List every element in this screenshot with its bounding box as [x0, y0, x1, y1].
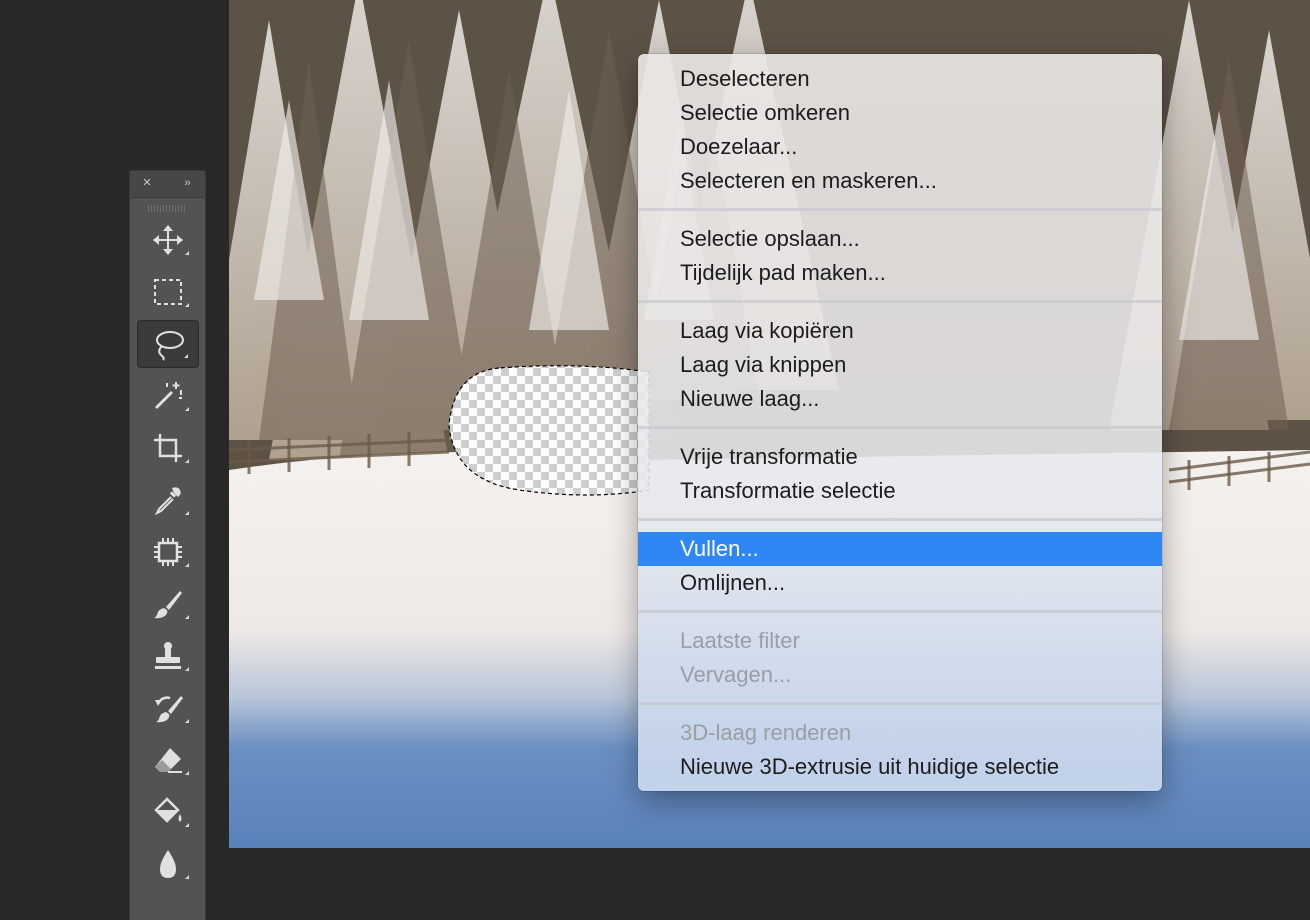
menu-item-laag-via-kopieren[interactable]: Laag via kopiëren	[638, 314, 1162, 348]
menu-separator	[638, 600, 1162, 624]
clone-stamp-icon	[154, 642, 181, 669]
tool-crop[interactable]	[137, 424, 199, 472]
menu-item-laag-via-knippen[interactable]: Laag via knippen	[638, 348, 1162, 382]
menu-item-doezelaar[interactable]: Doezelaar...	[638, 130, 1162, 164]
menu-item-omlijnen[interactable]: Omlijnen...	[638, 566, 1162, 600]
menu-item-vervagen: Vervagen...	[680, 662, 792, 687]
menu-item-nieuwe-laag[interactable]: Nieuwe laag...	[638, 382, 1162, 416]
menu-item-vrije-transformatie[interactable]: Vrije transformatie	[638, 440, 1162, 474]
healing-patch-icon	[153, 538, 182, 566]
menu-item-selectie-omkeren[interactable]: Selectie omkeren	[638, 96, 1162, 130]
tool-lasso[interactable]	[136, 320, 199, 368]
tool-brush[interactable]	[137, 580, 199, 628]
tool-eyedropper[interactable]	[137, 476, 199, 524]
menu-separator	[638, 508, 1162, 532]
history-brush-icon	[154, 696, 183, 723]
tool-clone-stamp[interactable]	[137, 632, 199, 680]
menu-item-nieuwe-3d-extrusie[interactable]: Nieuwe 3D-extrusie uit huidige selectie	[638, 750, 1162, 784]
menu-separator	[638, 692, 1162, 716]
lasso-icon	[155, 331, 184, 361]
move-tool-icon	[152, 225, 183, 255]
context-menu: Deselecteren Selectie omkeren Doezelaar.…	[638, 54, 1162, 791]
tool-spot-healing[interactable]	[137, 528, 199, 576]
brush-icon	[153, 591, 182, 619]
tool-eraser[interactable]	[137, 736, 199, 784]
menu-separator	[638, 198, 1162, 222]
menu-item-transformatie-selectie[interactable]: Transformatie selectie	[638, 474, 1162, 508]
menu-item-deselecteren[interactable]: Deselecteren	[638, 62, 1162, 96]
menu-item-laatste-filter: Laatste filter	[680, 628, 800, 653]
menu-item-selectie-opslaan[interactable]: Selectie opslaan...	[638, 222, 1162, 256]
eyedropper-icon	[154, 487, 181, 516]
blur-drop-icon	[159, 850, 176, 878]
menu-item-3d-laag-renderen: 3D-laag renderen	[680, 720, 852, 745]
tools-panel: × ››	[129, 170, 206, 920]
close-icon[interactable]: ×	[140, 175, 154, 190]
panel-grip[interactable]	[148, 202, 187, 214]
collapse-panel-icon[interactable]: ››	[179, 176, 195, 190]
menu-separator	[638, 416, 1162, 440]
crop-icon	[153, 434, 182, 462]
tools-panel-header: × ››	[130, 171, 205, 198]
transparent-selection-area	[448, 365, 650, 496]
paint-bucket-icon	[153, 797, 181, 823]
tool-history-brush[interactable]	[137, 684, 199, 732]
tool-paint-bucket[interactable]	[137, 788, 199, 836]
menu-separator	[638, 290, 1162, 314]
context-menu-list: Deselecteren Selectie omkeren Doezelaar.…	[638, 54, 1162, 784]
rectangular-marquee-icon	[153, 279, 182, 305]
tool-magic-wand[interactable]	[137, 372, 199, 420]
menu-item-selecteren-en-maskeren[interactable]: Selecteren en maskeren...	[638, 164, 1162, 198]
tool-rectangular-marquee[interactable]	[137, 268, 199, 316]
photoshop-workspace: × ›› Deselecteren Selectie omkeren Doeze…	[0, 0, 1310, 920]
menu-item-tijdelijk-pad-maken[interactable]: Tijdelijk pad maken...	[638, 256, 1162, 290]
menu-item-vullen[interactable]: Vullen...	[638, 532, 1162, 566]
eraser-icon	[154, 748, 182, 773]
tool-blur[interactable]	[137, 840, 199, 888]
magic-wand-icon	[154, 382, 182, 410]
tool-move[interactable]	[137, 216, 199, 264]
